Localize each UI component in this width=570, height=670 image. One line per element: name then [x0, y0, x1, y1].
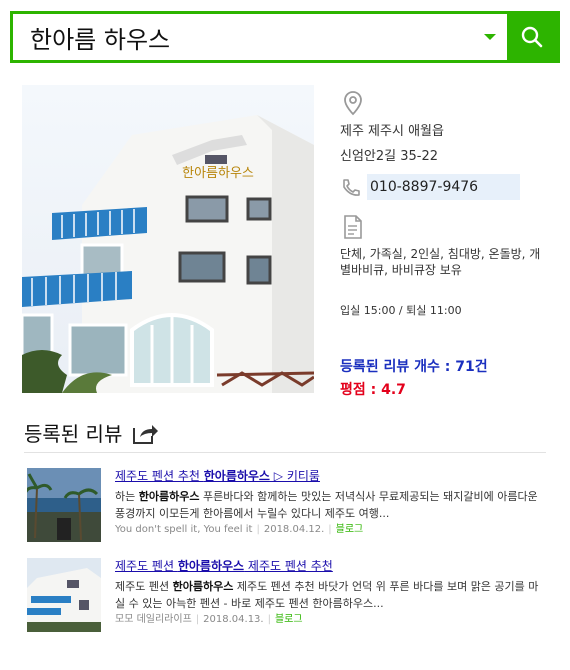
- review-title-link[interactable]: 제주도 펜션 추천 한아름하우스 ▷ 키티룸: [115, 468, 547, 484]
- dropdown-caret-icon[interactable]: [473, 14, 507, 60]
- review-item: 제주도 펜션 한아름하우스 제주도 펜션 추천 제주도 펜션 한아름하우스 제주…: [27, 558, 547, 638]
- review-snippet: 하는 한아름하우스 푸른바다와 함께하는 맛있는 저녁식사 무료제공되는 돼지갈…: [115, 490, 538, 520]
- search-bar: [10, 11, 560, 63]
- place-info: 제주 제주시 애월읍 신엄안2길 35-22 010-8897-9476 단체,…: [340, 90, 550, 399]
- review-meta: You don't spell it, You feel it | 2018.04.…: [115, 524, 364, 535]
- review-date: 2018.04.13.: [203, 614, 264, 625]
- share-icon[interactable]: [130, 420, 160, 446]
- phone-icon: [343, 179, 360, 196]
- search-input[interactable]: [13, 14, 473, 60]
- rating: 평점 : 4.7: [340, 382, 406, 398]
- phone-row: 010-8897-9476: [340, 174, 550, 200]
- search-icon: [521, 26, 543, 48]
- pension-photo[interactable]: 한아름하우스: [22, 85, 314, 393]
- review-count: 등록된 리뷰 개수 : 71건: [340, 359, 488, 375]
- review-date: 2018.04.12.: [263, 524, 325, 535]
- review-snippet: 제주도 펜션 한아름하우스 제주도 펜션 추천 바닷가 언덕 위 푸른 바다를 …: [115, 580, 539, 610]
- reviews-title: 등록된 리뷰: [24, 422, 123, 446]
- review-title-link[interactable]: 제주도 펜션 한아름하우스 제주도 펜션 추천: [115, 558, 547, 574]
- review-author: You don't spell it, You feel it: [115, 524, 253, 535]
- review-meta: 모모 데일리라이프 | 2018.04.13. | 블로그: [115, 614, 303, 625]
- review-thumbnail[interactable]: [27, 468, 101, 542]
- checkin-time: 입실 15:00 / 퇴실 11:00: [340, 304, 462, 317]
- phone-number[interactable]: 010-8897-9476: [367, 174, 520, 200]
- review-thumbnail[interactable]: [27, 558, 101, 632]
- search-button[interactable]: [507, 14, 557, 60]
- review-source-link[interactable]: 블로그: [336, 524, 364, 535]
- review-item: 제주도 펜션 추천 한아름하우스 ▷ 키티룸 하는 한아름하우스 푸른바다와 함…: [27, 468, 547, 548]
- document-icon: [344, 215, 362, 239]
- review-author: 모모 데일리라이프: [115, 614, 192, 625]
- address-line-2: 신엄안2길 35-22: [340, 149, 439, 164]
- divider: [24, 452, 546, 453]
- amenities: 단체, 가족실, 2인실, 침대방, 온돌방, 개별바비큐, 바비큐장 보유: [340, 247, 541, 277]
- reviews-header: 등록된 리뷰: [24, 418, 160, 447]
- photo-sign: 한아름하우스: [182, 166, 254, 181]
- review-source-link[interactable]: 블로그: [275, 614, 303, 625]
- location-pin-icon: [344, 91, 362, 116]
- address-line-1: 제주 제주시 애월읍: [340, 124, 444, 139]
